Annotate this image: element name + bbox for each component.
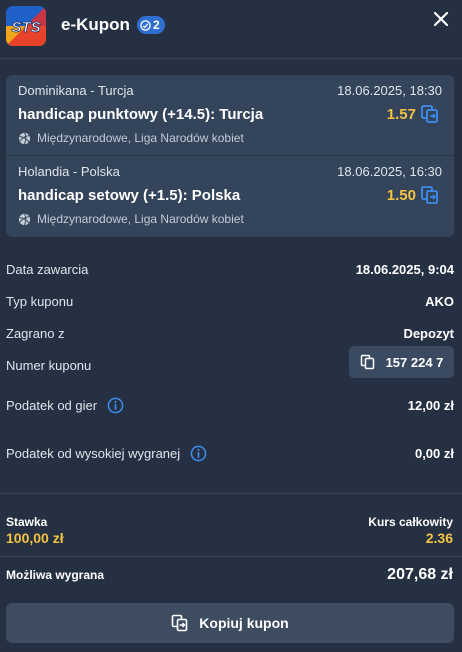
bet-date: 18.06.2025, 16:30 (337, 164, 442, 179)
copy-coupon-icon (171, 614, 188, 632)
copy-odds-button[interactable] (420, 104, 440, 124)
sts-logo: STS (6, 6, 46, 46)
copy-odds-button[interactable] (420, 185, 440, 205)
page-title: e-Kupon (61, 15, 130, 34)
stake-label: Stawka (6, 515, 48, 529)
detail-value: 18.06.2025, 9:04 (355, 262, 454, 277)
copy-coupon-label: Kopiuj kupon (199, 615, 289, 631)
close-button[interactable] (428, 6, 454, 32)
copy-coupon-button[interactable]: Kopiuj kupon (6, 603, 454, 643)
detail-row-source: Zagrano z Depozyt (6, 326, 454, 341)
detail-row-coupon-number: Numer kuponu 157 224 7 (6, 346, 454, 378)
stake-value: 100,00 zł (6, 530, 64, 546)
detail-value: 0,00 zł (414, 446, 454, 461)
bet-item: Holandia - Polska 18.06.2025, 16:30 hand… (6, 156, 454, 236)
coupon-icon (140, 19, 151, 31)
detail-label-text: Podatek od wysokiej wygranej (6, 446, 181, 461)
header-divider (0, 58, 462, 59)
svg-text:STS: STS (11, 19, 40, 36)
info-icon[interactable] (107, 397, 124, 414)
coupon-number: 157 224 7 (385, 354, 444, 370)
bet-pick: handicap punktowy (+14.5): Turcja (18, 106, 264, 123)
possible-win-label: Możliwa wygrana (6, 568, 105, 582)
bet-match: Dominikana - Turcja (18, 83, 134, 98)
bet-pick: handicap setowy (+1.5): Polska (18, 187, 241, 204)
detail-label: Zagrano z (6, 326, 65, 341)
total-odds-value: 2.36 (425, 530, 453, 546)
detail-label: Podatek od wysokiej wygranej (6, 445, 207, 462)
volleyball-icon (18, 213, 31, 225)
bet-league-label: Międzynarodowe, Liga Narodów kobiet (37, 131, 244, 145)
total-odds-label: Kurs całkowity (368, 515, 453, 529)
win-divider (0, 556, 462, 557)
bet-league-label: Międzynarodowe, Liga Narodów kobiet (37, 212, 244, 226)
detail-value: Depozyt (403, 326, 454, 341)
bet-league: Międzynarodowe, Liga Narodów kobiet (18, 131, 244, 145)
bet-count-badge: 2 (137, 16, 165, 34)
detail-row-date: Data zawarcia 18.06.2025, 9:04 (6, 262, 454, 277)
detail-label: Typ kuponu (6, 294, 74, 309)
bet-list: Dominikana - Turcja 18.06.2025, 18:30 ha… (6, 75, 454, 237)
copy-icon (360, 354, 374, 370)
bet-item: Dominikana - Turcja 18.06.2025, 18:30 ha… (6, 75, 454, 155)
bet-odds: 1.50 (386, 187, 416, 204)
bet-odds: 1.57 (386, 106, 416, 123)
copy-icon (421, 186, 438, 204)
detail-label: Numer kuponu (6, 358, 92, 373)
detail-label-text: Podatek od gier (6, 398, 98, 413)
copy-icon (421, 105, 438, 123)
detail-label: Data zawarcia (6, 262, 89, 277)
copy-coupon-number-button[interactable]: 157 224 7 (349, 346, 454, 378)
detail-row-tax-win: Podatek od wysokiej wygranej 0,00 zł (6, 445, 454, 462)
info-icon[interactable] (190, 445, 207, 462)
bet-date: 18.06.2025, 18:30 (337, 83, 442, 98)
detail-label: Podatek od gier (6, 397, 124, 414)
detail-value: AKO (425, 294, 454, 309)
detail-value: 12,00 zł (407, 398, 454, 413)
volleyball-icon (18, 132, 31, 144)
bet-league: Międzynarodowe, Liga Narodów kobiet (18, 212, 244, 226)
detail-row-tax-games: Podatek od gier 12,00 zł (6, 397, 454, 414)
possible-win-value: 207,68 zł (387, 566, 453, 583)
detail-row-type: Typ kuponu AKO (6, 294, 454, 309)
summary-divider (0, 493, 462, 494)
bet-count: 2 (153, 18, 160, 32)
close-icon (433, 11, 449, 27)
header: STS e-Kupon 2 (0, 0, 462, 58)
bet-match: Holandia - Polska (18, 164, 120, 179)
